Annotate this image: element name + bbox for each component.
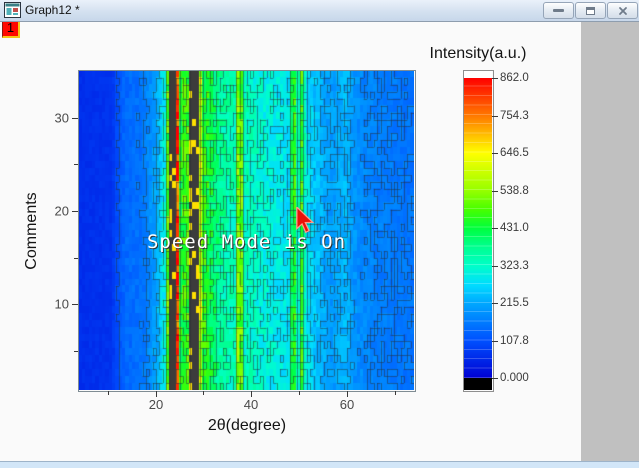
- colorbar-tick-label: 646.5: [500, 147, 529, 159]
- colorbar-tick: [492, 228, 498, 229]
- close-button[interactable]: [607, 2, 638, 19]
- colorbar-tick-label: 0.000: [500, 372, 529, 384]
- x-axis-title: 2θ(degree): [167, 417, 327, 435]
- x-minor-tick: [203, 391, 204, 395]
- y-minor-tick: [74, 258, 78, 259]
- x-minor-tick: [108, 391, 109, 395]
- colorbar-title: Intensity(a.u.): [408, 45, 548, 63]
- window-title: Graph12 *: [25, 3, 80, 17]
- maximize-button[interactable]: [575, 2, 606, 19]
- y-major-tick: [72, 118, 78, 119]
- x-tick-label: 20: [149, 397, 163, 412]
- colorbar-tick-label: 862.0: [500, 72, 529, 84]
- colorbar-tick: [492, 78, 498, 79]
- colorbar-tick: [492, 116, 498, 117]
- close-icon: [618, 6, 628, 16]
- maximize-icon: [586, 7, 595, 15]
- y-minor-tick: [74, 164, 78, 165]
- x-minor-tick: [299, 391, 300, 395]
- y-major-tick: [72, 304, 78, 305]
- colorbar-tick: [492, 341, 498, 342]
- colorbar-tick: [492, 191, 498, 192]
- colorbar-gradient[interactable]: [464, 78, 492, 378]
- graph-window-icon: [4, 2, 21, 18]
- colorbar-below-cap: [464, 378, 492, 390]
- minimize-button[interactable]: [543, 2, 574, 19]
- colorbar-above-cap: [464, 71, 492, 78]
- colorbar-tick-label: 107.8: [500, 335, 529, 347]
- y-axis-title: Comments: [23, 151, 41, 311]
- heatmap-canvas[interactable]: [79, 71, 414, 390]
- x-tick-label: 60: [340, 397, 354, 412]
- colorbar-tick-label: 538.8: [500, 185, 529, 197]
- x-tick-label: 40: [244, 397, 258, 412]
- y-minor-tick: [74, 351, 78, 352]
- window-below-strip: [0, 461, 639, 468]
- x-minor-tick: [395, 391, 396, 395]
- colorbar-tick: [492, 378, 498, 379]
- colorbar-tick-label: 215.5: [500, 297, 529, 309]
- colorbar-tick: [492, 153, 498, 154]
- colorbar-tick-label: 323.3: [500, 260, 529, 272]
- colorbar-tick-label: 754.3: [500, 110, 529, 122]
- minimize-icon: [553, 9, 564, 12]
- colorbar-tick-label: 431.0: [500, 222, 529, 234]
- window-titlebar: Graph12 *: [0, 0, 639, 22]
- origin-graph-window: Graph12 * 1 204060102030 2θ(degree) Comm…: [0, 0, 639, 468]
- y-tick-label: 30: [33, 111, 69, 126]
- y-major-tick: [72, 211, 78, 212]
- colorbar-tick: [492, 266, 498, 267]
- colorbar-tick: [492, 303, 498, 304]
